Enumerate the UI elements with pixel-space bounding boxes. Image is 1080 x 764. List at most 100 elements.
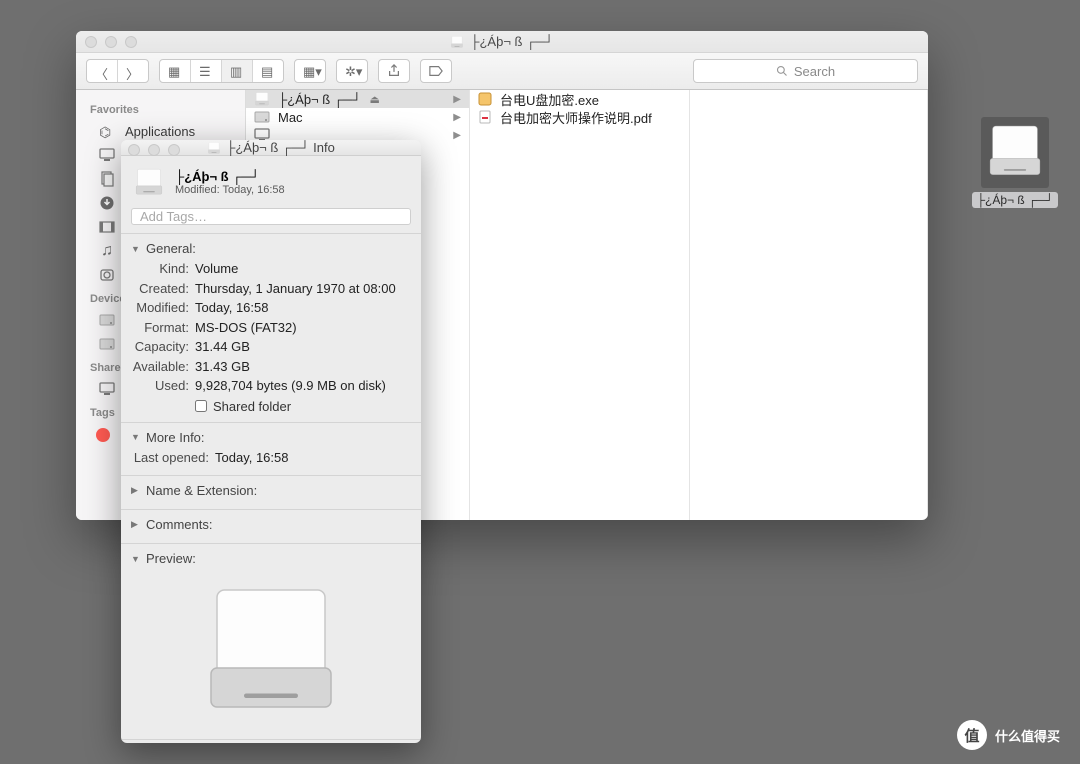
toolbar: 〈 〉 ▦ ☰ ▥ ▤ ▦▾ ✲▾ Search: [76, 53, 928, 90]
search-field[interactable]: Search: [693, 59, 918, 83]
pictures-icon: [98, 266, 116, 284]
view-switcher: ▦ ☰ ▥ ▤: [159, 59, 284, 83]
desktop-icon: [98, 146, 116, 164]
preview-area: [131, 569, 411, 731]
disclosure-triangle-icon: ▼: [131, 244, 141, 254]
exe-icon: [478, 92, 492, 106]
disclosure-triangle-icon: ▶: [131, 519, 141, 530]
documents-icon: [98, 170, 116, 188]
info-capacity: 31.44 GB: [195, 338, 411, 356]
hdd-icon: [98, 335, 116, 353]
info-window-title: ├¿Áþ¬ ß ┌─┘ Info: [207, 140, 335, 155]
apps-icon: ⌬: [98, 122, 116, 140]
search-icon: [776, 65, 788, 77]
desktop-drive[interactable]: ├¿Áþ¬ ß ┌─┘: [975, 117, 1055, 208]
drive-icon: [450, 35, 464, 49]
window-title: ├¿Áþ¬ ß ┌─┘: [450, 34, 553, 49]
tag-red[interactable]: [96, 428, 110, 442]
downloads-icon: [98, 194, 116, 212]
section-preview: ▼Preview:: [121, 543, 421, 739]
search-placeholder: Search: [794, 64, 835, 79]
file-label: 台电加密大师操作说明.pdf: [500, 108, 652, 127]
minimize-button[interactable]: [148, 144, 160, 156]
info-created: Thursday, 1 January 1970 at 08:00: [195, 280, 411, 298]
svg-text:⌬: ⌬: [99, 123, 111, 139]
close-button[interactable]: [85, 36, 97, 48]
section-header-general[interactable]: ▼General:: [131, 239, 411, 259]
watermark-badge-icon: 值: [957, 720, 987, 750]
section-header-moreinfo[interactable]: ▼More Info:: [131, 428, 411, 448]
eject-icon[interactable]: ⏏: [369, 93, 379, 106]
share-button[interactable]: [378, 59, 410, 83]
pdf-icon: [478, 110, 492, 124]
info-titlebar[interactable]: ├¿Áþ¬ ß ┌─┘ Info: [121, 140, 421, 156]
disclosure-triangle-icon: ▼: [131, 554, 141, 564]
movies-icon: [98, 218, 116, 236]
traffic-lights: [85, 36, 137, 48]
file-label: 台电U盘加密.exe: [500, 90, 599, 109]
drive-icon: [133, 166, 165, 198]
tags-placeholder: Add Tags…: [140, 209, 207, 224]
music-icon: ♫: [98, 242, 116, 260]
section-header-preview[interactable]: ▼Preview:: [131, 549, 411, 569]
hdd-icon: [98, 311, 116, 329]
tags-button[interactable]: [420, 59, 452, 83]
info-modified: Modified: Today, 16:58: [175, 184, 285, 196]
disclosure-triangle-icon: ▶: [131, 485, 141, 496]
drive-icon-selected: [981, 117, 1049, 188]
traffic-lights: [128, 144, 180, 156]
section-moreinfo: ▼More Info: Last opened:Today, 16:58: [121, 422, 421, 476]
section-sharing: ▶Sharing & Permissions:: [121, 739, 421, 743]
minimize-button[interactable]: [105, 36, 117, 48]
drive-icon: [207, 141, 221, 155]
nav-buttons: 〈 〉: [86, 59, 149, 83]
info-lastopened: Today, 16:58: [215, 449, 411, 467]
info-header: ├¿Áþ¬ ß ┌─┘ Modified: Today, 16:58: [121, 156, 421, 208]
hdd-icon: [254, 109, 270, 125]
zoom-button[interactable]: [125, 36, 137, 48]
monitor-icon: [98, 380, 116, 398]
info-used: 9,928,704 bytes (9.9 MB on disk): [195, 377, 411, 395]
section-header-comments[interactable]: ▶Comments:: [131, 515, 411, 535]
sidebar-item-label: Applications: [125, 124, 195, 139]
chevron-right-icon: ▶: [453, 112, 461, 123]
back-button[interactable]: 〈: [87, 60, 118, 82]
drive-icon: [984, 120, 1046, 182]
list-view-button[interactable]: ☰: [191, 60, 222, 82]
section-header-nameext[interactable]: ▶Name & Extension:: [131, 481, 411, 501]
disclosure-triangle-icon: ▼: [131, 432, 141, 442]
chevron-right-icon: ▶: [453, 130, 461, 141]
window-title-text: ├¿Áþ¬ ß ┌─┘: [470, 34, 553, 49]
info-modified-value: Today, 16:58: [195, 299, 411, 317]
info-item-name: ├¿Áþ¬ ß ┌─┘: [175, 169, 285, 184]
checkbox[interactable]: [195, 400, 207, 412]
get-info-window: ├¿Áþ¬ ß ┌─┘ Info ├¿Áþ¬ ß ┌─┘ Modified: T…: [121, 140, 421, 743]
forward-button[interactable]: 〉: [118, 60, 148, 82]
chevron-right-icon: ▶: [453, 94, 461, 105]
file-item[interactable]: 台电加密大师操作说明.pdf: [470, 108, 689, 126]
column-item[interactable]: ├¿Áþ¬ ß ┌─┘ ⏏ ▶: [246, 90, 469, 108]
zoom-button[interactable]: [168, 144, 180, 156]
column-item[interactable]: Mac ▶: [246, 108, 469, 126]
info-format: MS-DOS (FAT32): [195, 319, 411, 337]
shared-folder-checkbox[interactable]: Shared folder: [131, 396, 411, 414]
desktop-drive-label: ├¿Áþ¬ ß ┌─┘: [972, 192, 1057, 208]
section-general: ▼General: Kind:Volume Created:Thursday, …: [121, 233, 421, 422]
info-kind: Volume: [195, 260, 411, 278]
tags-field[interactable]: Add Tags…: [131, 208, 411, 225]
close-button[interactable]: [128, 144, 140, 156]
sidebar-favorites-heading: Favorites: [76, 98, 245, 119]
column-2: 台电U盘加密.exe 台电加密大师操作说明.pdf: [470, 90, 690, 520]
icon-view-button[interactable]: ▦: [160, 60, 191, 82]
watermark: 值 什么值得买: [957, 720, 1060, 750]
gallery-view-button[interactable]: ▤: [253, 60, 283, 82]
arrange-button[interactable]: ▦▾: [294, 59, 326, 83]
item-label: ├¿Áþ¬ ß ┌─┘: [278, 92, 361, 107]
action-button[interactable]: ✲▾: [336, 59, 368, 83]
window-titlebar[interactable]: ├¿Áþ¬ ß ┌─┘: [76, 31, 928, 53]
column-view-button[interactable]: ▥: [222, 60, 253, 82]
section-comments: ▶Comments:: [121, 509, 421, 543]
info-available: 31.43 GB: [195, 358, 411, 376]
file-item[interactable]: 台电U盘加密.exe: [470, 90, 689, 108]
item-label: Mac: [278, 110, 303, 125]
